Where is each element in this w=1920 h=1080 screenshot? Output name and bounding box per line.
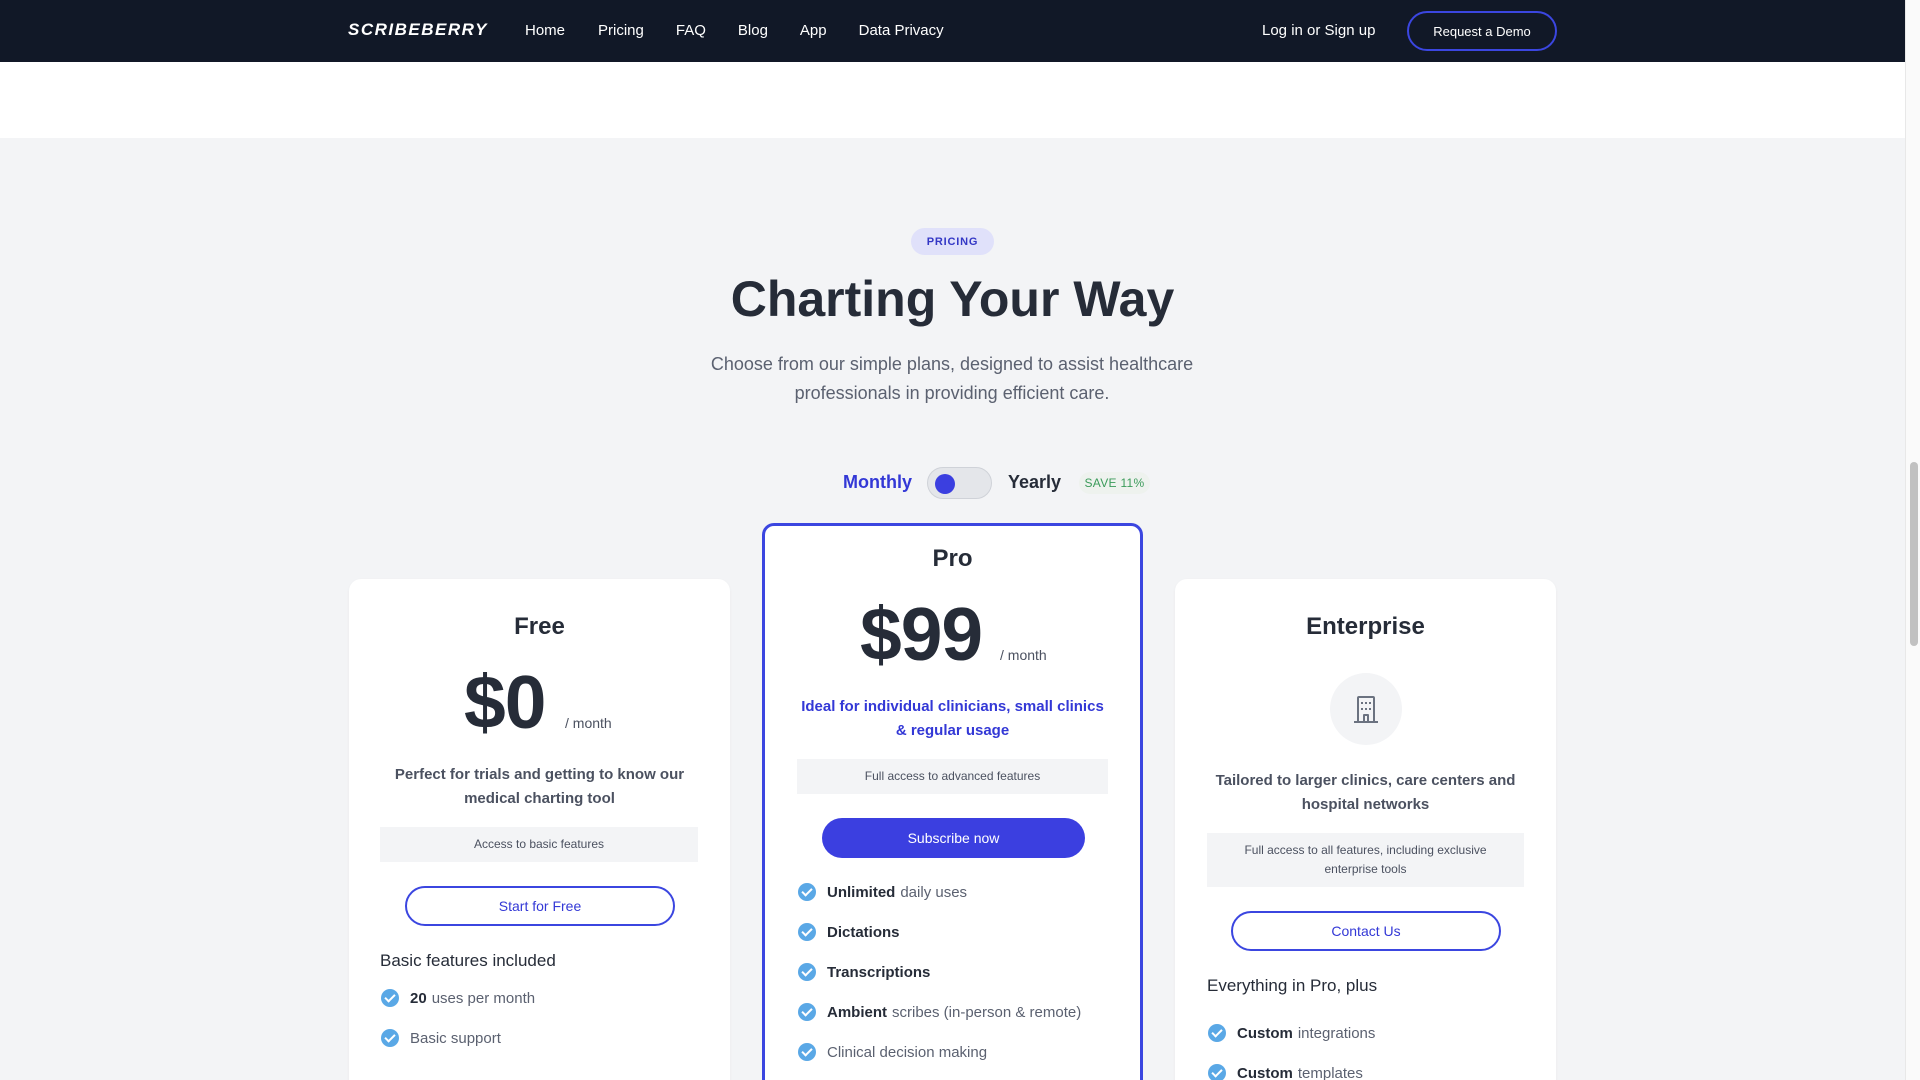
- plan-description: Ideal for individual clinicians, small c…: [801, 698, 1104, 739]
- top-navbar: SCRIBEBERRY Home Pricing FAQ Blog App Da…: [0, 0, 1905, 62]
- check-icon: [381, 989, 399, 1007]
- billing-monthly-label[interactable]: Monthly: [843, 472, 912, 493]
- plan-description: Perfect for trials and getting to know o…: [394, 766, 685, 807]
- login-signup-link[interactable]: Log in or Sign up: [1262, 22, 1375, 39]
- feature-item: Dictations: [798, 923, 905, 941]
- check-icon: [798, 1043, 816, 1061]
- plan-card-free: Free $0 / month Perfect for trials and g…: [349, 579, 730, 1080]
- plan-price-period: / month: [565, 715, 612, 731]
- features-heading: Everything in Pro, plus: [1207, 976, 1378, 995]
- check-icon: [798, 963, 816, 981]
- features-heading: Basic features included: [380, 951, 556, 970]
- nav-links: Home Pricing FAQ Blog App Data Privacy: [525, 22, 976, 39]
- check-icon: [798, 883, 816, 901]
- feature-item: Custom templates: [1208, 1064, 1363, 1080]
- page-scrollbar[interactable]: [1905, 0, 1920, 1080]
- plan-description: Tailored to larger clinics, care centers…: [1215, 772, 1516, 813]
- feature-item: Custom integrations: [1208, 1024, 1375, 1042]
- feature-item: Basic support: [381, 1029, 501, 1047]
- plan-access-note: Full access to advanced features: [797, 759, 1108, 794]
- plan-price: $99: [860, 592, 983, 676]
- enterprise-icon-circle: [1330, 673, 1402, 745]
- nav-link-data-privacy[interactable]: Data Privacy: [859, 22, 944, 39]
- plan-access-note: Access to basic features: [380, 827, 698, 862]
- subscribe-button[interactable]: Subscribe now: [822, 818, 1085, 858]
- feature-item: Unlimited daily uses: [798, 883, 967, 901]
- brand-logo[interactable]: SCRIBEBERRY: [348, 20, 488, 40]
- check-icon: [1208, 1024, 1226, 1042]
- check-icon: [381, 1029, 399, 1047]
- plan-access-note: Full access to all features, including e…: [1207, 833, 1524, 887]
- section-subtitle: Choose from our simple plans, designed t…: [710, 354, 1194, 403]
- check-icon: [798, 923, 816, 941]
- section-pill-badge: PRICING: [911, 228, 994, 255]
- feature-item: Transcriptions: [798, 963, 935, 981]
- feature-item: Clinical decision making: [798, 1043, 987, 1061]
- hero-bottom-band: [0, 62, 1905, 138]
- section-title: Charting Your Way: [730, 271, 1175, 327]
- scrollbar-thumb[interactable]: [1910, 462, 1918, 646]
- toggle-knob: [935, 474, 955, 494]
- nav-link-faq[interactable]: FAQ: [676, 22, 706, 39]
- plan-name: Pro: [932, 545, 973, 572]
- start-free-button[interactable]: Start for Free: [405, 886, 675, 926]
- billing-toggle[interactable]: [927, 467, 992, 499]
- plan-price-period: / month: [1000, 647, 1047, 663]
- billing-yearly-label[interactable]: Yearly: [1008, 472, 1061, 493]
- save-badge: SAVE 11%: [1079, 472, 1150, 494]
- request-demo-button[interactable]: Request a Demo: [1407, 11, 1557, 51]
- contact-us-button[interactable]: Contact Us: [1231, 911, 1501, 951]
- nav-link-app[interactable]: App: [800, 22, 827, 39]
- plan-card-enterprise: Enterprise Tailored to larger clinics, c…: [1175, 579, 1556, 1080]
- building-icon: [1354, 696, 1378, 723]
- feature-item: 20 uses per month: [381, 989, 535, 1007]
- feature-item: Ambient scribes (in-person & remote): [798, 1003, 1081, 1021]
- plan-name: Free: [514, 613, 565, 640]
- plan-price: $0: [464, 660, 546, 744]
- nav-link-home[interactable]: Home: [525, 22, 565, 39]
- check-icon: [798, 1003, 816, 1021]
- nav-link-pricing[interactable]: Pricing: [598, 22, 644, 39]
- plan-card-pro: Pro $99 / month Ideal for individual cli…: [762, 523, 1143, 1080]
- check-icon: [1208, 1064, 1226, 1080]
- plan-name: Enterprise: [1306, 613, 1425, 640]
- nav-link-blog[interactable]: Blog: [738, 22, 768, 39]
